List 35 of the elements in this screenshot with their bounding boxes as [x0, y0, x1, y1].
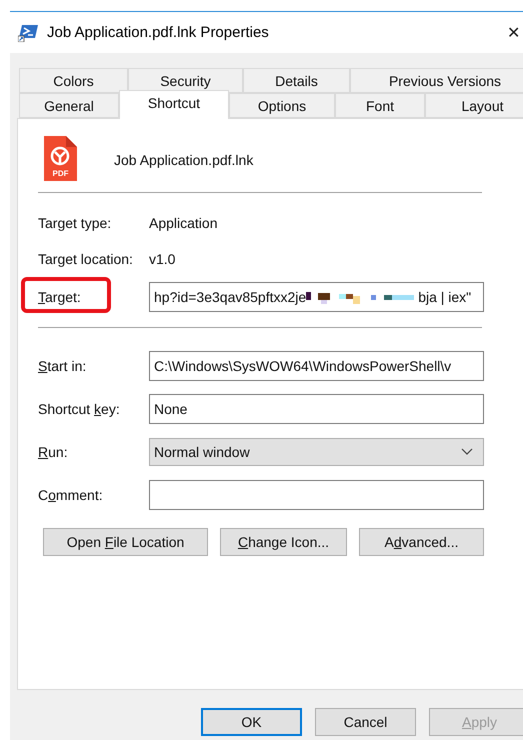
action-button[interactable]: Open File Location	[43, 528, 208, 556]
tab[interactable]: Options	[229, 93, 335, 118]
field-label: Target location:	[38, 251, 134, 267]
terminal-shortcut-icon	[18, 24, 38, 42]
target-text: bja | iex"	[418, 289, 472, 305]
action-button[interactable]: Change Icon...	[220, 528, 347, 556]
tab[interactable]: Font	[335, 93, 425, 118]
field-label: Target type:	[38, 215, 112, 231]
field-value: Application	[149, 215, 218, 231]
dialog-button[interactable]: OK	[201, 708, 302, 736]
target-field[interactable]: hp?id=3e3qav85pftxx2je bja | iex"	[149, 282, 484, 312]
pdf-file-icon: PDF	[44, 136, 77, 180]
window-title: Job Application.pdf.lnk Properties	[47, 24, 270, 41]
tab[interactable]: Details	[243, 68, 350, 93]
field-label: Shortcut key:	[38, 400, 121, 416]
run-dropdown[interactable]: Normal window	[149, 438, 484, 466]
field-label: Run:	[38, 444, 69, 460]
chevron-down-icon	[461, 448, 473, 455]
input-field[interactable]: C:\Windows\SysWOW64\WindowsPowerShell\v	[149, 350, 484, 380]
tab[interactable]: Layout	[425, 93, 523, 118]
file-name: Job Application.pdf.lnk	[114, 151, 254, 168]
input-field[interactable]	[149, 480, 484, 510]
tab[interactable]: General	[19, 93, 119, 118]
target-text: hp?id=3e3qav85pftxx2je	[154, 289, 306, 305]
action-button[interactable]: Advanced...	[359, 528, 484, 556]
field-label: Start in:	[38, 358, 88, 374]
field-value: v1.0	[149, 251, 176, 267]
tab[interactable]: Shortcut	[119, 90, 229, 119]
field-label: Target:	[38, 289, 82, 305]
close-button[interactable]: ✕	[507, 22, 520, 42]
dialog-button[interactable]: Cancel	[315, 708, 416, 736]
tab[interactable]: Previous Versions	[350, 68, 523, 93]
input-field[interactable]: None	[149, 394, 484, 424]
tab[interactable]: Colors	[19, 68, 128, 93]
field-label: Comment:	[38, 486, 104, 502]
